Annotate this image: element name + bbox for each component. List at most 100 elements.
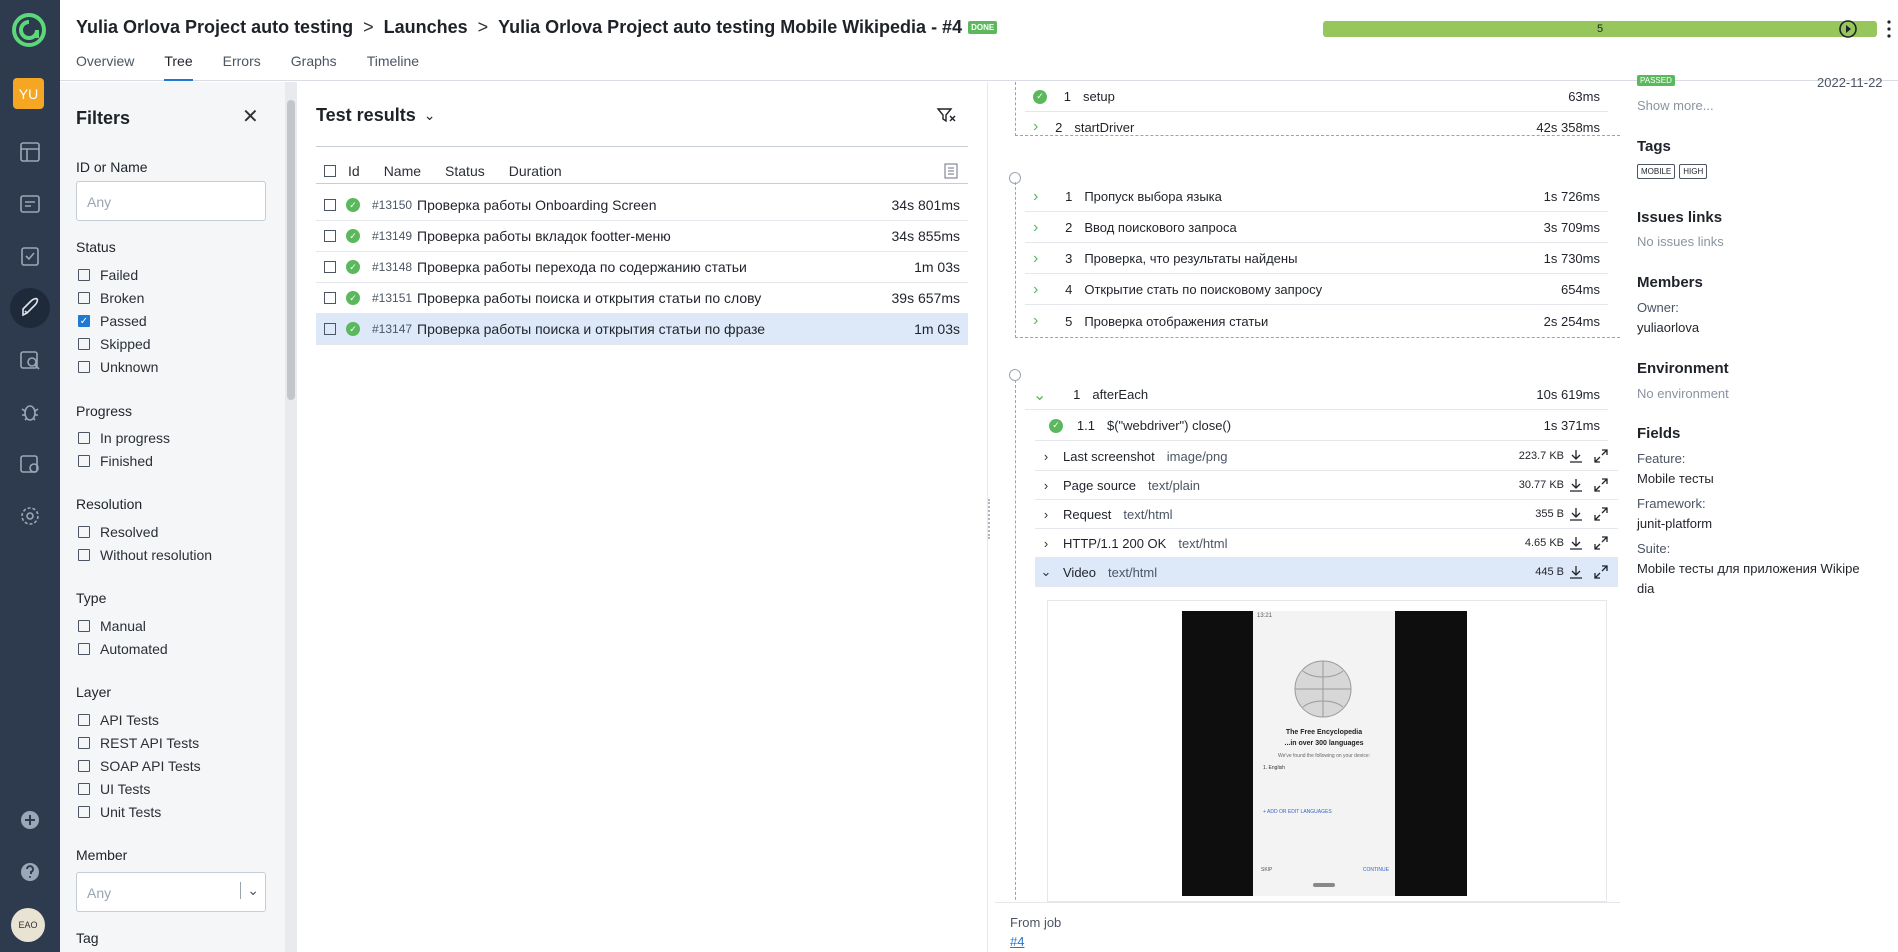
status-broken-checkbox[interactable]: Broken xyxy=(78,290,144,306)
chevron-right-icon[interactable]: › xyxy=(1035,536,1057,551)
table-row-selected[interactable]: ✓ #13147 Проверка работы поиска и открыт… xyxy=(316,314,968,345)
row-checkbox[interactable] xyxy=(324,230,336,242)
download-icon[interactable] xyxy=(1569,507,1583,521)
tab-tree[interactable]: Tree xyxy=(164,53,193,81)
show-more-link[interactable]: Show more... xyxy=(1637,98,1714,113)
testcases-icon[interactable] xyxy=(10,236,50,276)
checkbox-box[interactable] xyxy=(78,549,90,561)
chevron-right-icon[interactable]: › xyxy=(1033,250,1038,268)
resolution-without-checkbox[interactable]: Without resolution xyxy=(78,547,212,563)
settings-icon[interactable] xyxy=(10,496,50,536)
expand-icon[interactable] xyxy=(1594,449,1608,463)
checkbox-box[interactable] xyxy=(78,714,90,726)
type-manual-checkbox[interactable]: Manual xyxy=(78,618,146,634)
chevron-down-icon[interactable]: ⌄ xyxy=(240,882,259,899)
column-status[interactable]: Status xyxy=(445,163,485,179)
progress-in-progress-checkbox[interactable]: In progress xyxy=(78,430,170,446)
checkbox-box[interactable] xyxy=(78,806,90,818)
resolution-resolved-checkbox[interactable]: Resolved xyxy=(78,524,158,540)
checkbox-box[interactable] xyxy=(78,526,90,538)
checkbox-box[interactable] xyxy=(78,620,90,632)
checkbox-box[interactable] xyxy=(78,292,90,304)
step-row[interactable]: ✓ 1 setup 63ms xyxy=(1025,82,1608,112)
status-skipped-checkbox[interactable]: Skipped xyxy=(78,336,151,352)
layer-ui-checkbox[interactable]: UI Tests xyxy=(78,781,150,797)
table-row[interactable]: ✓ #13148 Проверка работы перехода по сод… xyxy=(316,252,968,283)
download-icon[interactable] xyxy=(1569,565,1583,579)
tab-errors[interactable]: Errors xyxy=(223,53,261,81)
checkbox-box[interactable] xyxy=(78,269,90,281)
download-icon[interactable] xyxy=(1569,449,1583,463)
step-row[interactable]: › 2 startDriver 42s 358ms xyxy=(1025,112,1608,142)
allure-logo-icon[interactable] xyxy=(11,12,47,48)
column-duration[interactable]: Duration xyxy=(509,163,562,179)
reports-icon[interactable] xyxy=(10,184,50,224)
chevron-down-icon[interactable]: ⌄ xyxy=(424,107,436,124)
chevron-down-icon[interactable]: ⌄ xyxy=(1033,385,1046,405)
jobs-icon[interactable] xyxy=(10,444,50,484)
tag-chip[interactable]: HIGH xyxy=(1679,164,1708,179)
status-failed-checkbox[interactable]: Failed xyxy=(78,267,138,283)
row-checkbox[interactable] xyxy=(324,323,336,335)
step-row-expanded[interactable]: ⌄ 1 afterEach 10s 619ms xyxy=(1025,380,1608,410)
row-checkbox[interactable] xyxy=(324,261,336,273)
play-icon[interactable] xyxy=(1837,18,1859,40)
layer-api-checkbox[interactable]: API Tests xyxy=(78,712,159,728)
member-select[interactable]: Any ⌄ xyxy=(76,872,266,912)
help-icon[interactable] xyxy=(10,852,50,892)
video-player[interactable]: 13:21 The Free Encyclopedia ...in over 3… xyxy=(1182,611,1467,896)
tag-chip[interactable]: MOBILE xyxy=(1637,164,1676,179)
add-icon[interactable] xyxy=(10,800,50,840)
expand-icon[interactable] xyxy=(1594,507,1608,521)
tab-timeline[interactable]: Timeline xyxy=(367,53,419,81)
attachment-row-expanded[interactable]: ⌄ Video text/html 445 B xyxy=(1035,558,1618,587)
table-row[interactable]: ✓ #13150 Проверка работы Onboarding Scre… xyxy=(316,190,968,221)
breadcrumb-launches[interactable]: Launches xyxy=(384,17,468,38)
attachment-row[interactable]: › Request text/html 355 B xyxy=(1035,500,1618,529)
project-avatar[interactable]: YU xyxy=(13,78,44,109)
defects-icon[interactable] xyxy=(10,392,50,432)
expand-icon[interactable] xyxy=(1594,478,1608,492)
user-avatar[interactable]: EAO xyxy=(11,908,45,942)
dashboard-icon[interactable] xyxy=(10,132,50,172)
chevron-right-icon[interactable]: › xyxy=(1033,118,1038,136)
download-icon[interactable] xyxy=(1569,478,1583,492)
chevron-down-icon[interactable]: ⌄ xyxy=(1035,564,1057,580)
expand-icon[interactable] xyxy=(1594,565,1608,579)
table-row[interactable]: ✓ #13151 Проверка работы поиска и открыт… xyxy=(316,283,968,314)
step-row[interactable]: › 3 Проверка, что результаты найдены 1s … xyxy=(1025,244,1608,274)
checkbox-box[interactable] xyxy=(78,737,90,749)
layer-rest-api-checkbox[interactable]: REST API Tests xyxy=(78,735,199,751)
columns-settings-icon[interactable] xyxy=(942,162,960,180)
layer-unit-checkbox[interactable]: Unit Tests xyxy=(78,804,161,820)
scrollbar-thumb[interactable] xyxy=(287,100,295,400)
checkbox-box[interactable] xyxy=(78,338,90,350)
test-results-title[interactable]: Test results ⌄ xyxy=(316,105,435,126)
column-name[interactable]: Name xyxy=(384,163,421,179)
column-id[interactable]: Id xyxy=(348,163,360,179)
splitter-grip[interactable] xyxy=(988,499,992,539)
tab-overview[interactable]: Overview xyxy=(76,53,134,81)
row-checkbox[interactable] xyxy=(324,199,336,211)
chevron-right-icon[interactable]: › xyxy=(1033,219,1038,237)
attachment-row[interactable]: › Last screenshot image/png 223.7 KB xyxy=(1035,442,1618,471)
download-icon[interactable] xyxy=(1569,536,1583,550)
step-row[interactable]: › 5 Проверка отображения статьи 2s 254ms xyxy=(1025,306,1608,336)
filters-scrollbar[interactable] xyxy=(285,82,297,952)
checkbox-box[interactable] xyxy=(78,432,90,444)
step-row[interactable]: › 1 Пропуск выбора языка 1s 726ms xyxy=(1025,182,1608,212)
chevron-right-icon[interactable]: › xyxy=(1035,478,1057,493)
more-vertical-icon[interactable] xyxy=(1878,18,1898,40)
chevron-right-icon[interactable]: › xyxy=(1033,312,1038,330)
checkbox-box[interactable] xyxy=(78,361,90,373)
status-unknown-checkbox[interactable]: Unknown xyxy=(78,359,158,375)
attachment-row[interactable]: › HTTP/1.1 200 OK text/html 4.65 KB xyxy=(1035,529,1618,558)
job-link[interactable]: #4 xyxy=(1010,934,1024,949)
chevron-right-icon[interactable]: › xyxy=(1035,449,1057,464)
status-passed-checkbox[interactable]: ✓ Passed xyxy=(78,313,147,329)
clear-filter-icon[interactable] xyxy=(935,104,957,126)
progress-finished-checkbox[interactable]: Finished xyxy=(78,453,153,469)
type-automated-checkbox[interactable]: Automated xyxy=(78,641,168,657)
step-row[interactable]: › 4 Открытие стать по поисковому запросу… xyxy=(1025,275,1608,305)
chevron-right-icon[interactable]: › xyxy=(1035,507,1057,522)
